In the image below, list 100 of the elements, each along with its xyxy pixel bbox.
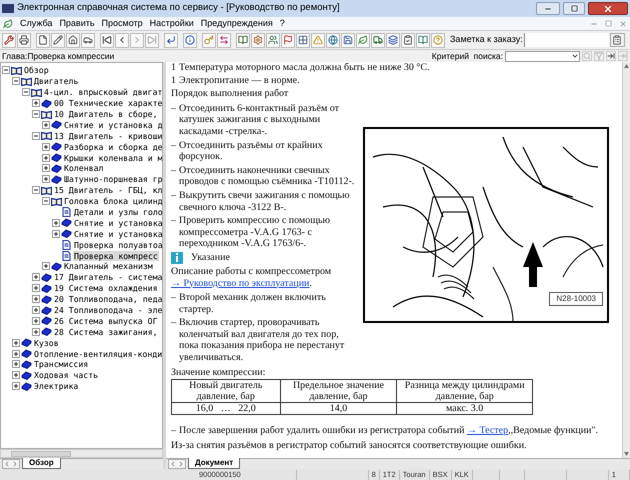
collapse-toggle[interactable]: [42, 197, 50, 206]
scroll-left-icon[interactable]: [169, 460, 177, 468]
menu-item[interactable]: Настройки: [150, 16, 194, 30]
horizontal-scrollbar[interactable]: [0, 449, 163, 458]
expand-toggle[interactable]: [42, 262, 50, 270]
maximize-button[interactable]: [563, 2, 585, 15]
scroll-right-icon[interactable]: [177, 460, 185, 468]
tree-item[interactable]: Детали и узлы голо: [73, 207, 162, 218]
expand-toggle[interactable]: [32, 306, 40, 314]
toolbar-button[interactable]: [386, 32, 400, 48]
scroll-left-icon[interactable]: [3, 460, 11, 468]
tree-item[interactable]: Головка блока цилинд: [63, 196, 162, 206]
expand-toggle[interactable]: [42, 142, 50, 151]
toolbar-button[interactable]: [371, 32, 385, 48]
tree-item[interactable]: Электрика: [33, 381, 80, 392]
tree-item[interactable]: Крышки коленвала и м: [63, 152, 162, 163]
toolbar-button[interactable]: [36, 32, 50, 48]
expand-toggle[interactable]: [32, 295, 40, 304]
collapse-toggle[interactable]: [32, 132, 40, 140]
toolbar-button[interactable]: [100, 32, 114, 48]
expand-toggle[interactable]: [12, 371, 20, 380]
tree-item[interactable]: 15 Двигатель - ГБЦ, кл: [53, 185, 162, 196]
expand-toggle[interactable]: [32, 99, 40, 108]
scroll-right-icon[interactable]: [11, 460, 19, 468]
tree-item[interactable]: Отопление-вентиляция-конди: [33, 348, 162, 359]
scroll-down-icon[interactable]: [624, 452, 629, 456]
tree-item[interactable]: Кузов: [33, 338, 60, 348]
collapse-toggle[interactable]: [2, 66, 10, 74]
search-combobox[interactable]: [505, 50, 580, 62]
tree-item[interactable]: Ходовая часть: [33, 370, 100, 380]
toolbar-button[interactable]: [341, 32, 355, 48]
expand-toggle[interactable]: [12, 382, 20, 390]
tree-item[interactable]: Двигатель: [33, 76, 80, 86]
tree-item[interactable]: Коленвал: [63, 163, 104, 174]
tree-item[interactable]: 26 Система выпуска ОГ: [53, 316, 159, 326]
expand-toggle[interactable]: [42, 120, 50, 129]
menu-item[interactable]: Служба: [20, 16, 52, 30]
toolbar-button[interactable]: [115, 32, 129, 48]
collapse-toggle[interactable]: [12, 77, 20, 86]
expand-toggle[interactable]: [52, 230, 60, 238]
tree-item[interactable]: 00 Технические характе: [53, 98, 162, 108]
toolbar-button[interactable]: [183, 32, 197, 48]
expand-toggle[interactable]: [32, 273, 40, 282]
expand-toggle[interactable]: [32, 316, 40, 325]
tree-item[interactable]: 4-цил. впрысковый двигат: [43, 87, 162, 98]
collapse-toggle[interactable]: [32, 110, 40, 118]
note-field[interactable]: [524, 33, 609, 47]
scroll-up-icon[interactable]: [624, 64, 629, 68]
menu-item[interactable]: Просмотр: [102, 16, 143, 30]
tree-item[interactable]: Проверка полуавтоа: [73, 240, 162, 250]
collapse-toggle[interactable]: [22, 88, 30, 96]
toolbar-button[interactable]: [2, 32, 16, 48]
expand-toggle[interactable]: [52, 218, 60, 227]
tree-item[interactable]: Проверка компресс: [73, 250, 159, 261]
toolbar-button[interactable]: [164, 32, 178, 48]
menu-item[interactable]: Предупреждения: [200, 16, 273, 30]
tree-item[interactable]: Клапанный механизм: [63, 261, 154, 272]
vertical-scrollbar[interactable]: [622, 62, 630, 458]
tree-item[interactable]: Трансмиссия: [33, 359, 90, 370]
tester-link[interactable]: → Тестер: [466, 425, 508, 436]
toolbar-button[interactable]: [51, 32, 65, 48]
expand-toggle[interactable]: [32, 328, 40, 336]
tree-item[interactable]: Снятие и установка д: [63, 120, 162, 130]
restore-icon[interactable]: [605, 20, 612, 27]
toolbar-button[interactable]: [401, 32, 415, 48]
tree-item[interactable]: Снятие и установка: [73, 228, 162, 239]
menu-item[interactable]: Править: [59, 16, 95, 30]
expand-toggle[interactable]: [42, 175, 50, 184]
tree-item[interactable]: 28 Система зажигания,: [53, 326, 159, 337]
tab[interactable]: Документ: [188, 458, 240, 469]
toolbar-button[interactable]: [296, 32, 310, 48]
next-icon[interactable]: [606, 51, 616, 61]
tree-item[interactable]: Шатунно-поршневая гр: [63, 174, 162, 184]
toolbar-button[interactable]: [66, 32, 80, 48]
expand-toggle[interactable]: [32, 284, 40, 292]
tab[interactable]: Обзор: [22, 458, 61, 469]
close-button[interactable]: [588, 2, 628, 15]
tree-item[interactable]: Разборка и сборка де: [63, 142, 162, 152]
toolbar-button[interactable]: [17, 32, 31, 48]
expand-toggle[interactable]: [42, 154, 50, 162]
tree-item[interactable]: 24 Топливоподача - эле: [53, 305, 162, 316]
tree-item[interactable]: Снятие и установка: [73, 218, 162, 228]
close-icon[interactable]: [619, 20, 627, 28]
menu-item[interactable]: ?: [280, 16, 285, 30]
manual-link[interactable]: → Руководство по эксплуатации: [171, 278, 310, 288]
tree-item[interactable]: Обзор: [23, 65, 50, 76]
collapse-toggle[interactable]: [32, 186, 40, 194]
expand-toggle[interactable]: [12, 350, 20, 358]
book-icon: [418, 35, 428, 45]
tree-item[interactable]: 13 Двигатель - кривоши: [53, 130, 162, 141]
toolbar-button[interactable]: [236, 32, 250, 48]
expand-toggle[interactable]: [12, 360, 20, 368]
tree-item[interactable]: 17 Двигатель - система: [53, 272, 162, 282]
tree-item[interactable]: 20 Топливоподача, педа: [53, 294, 162, 304]
expand-toggle[interactable]: [12, 338, 20, 347]
expand-toggle[interactable]: [42, 164, 50, 172]
tree-item[interactable]: 19 Система охлаждения: [53, 283, 159, 294]
toolbar-button[interactable]: [81, 32, 95, 48]
toolbar-button[interactable]: [610, 33, 625, 47]
tree-item[interactable]: 10 Двигатель в сборе,: [53, 109, 159, 119]
